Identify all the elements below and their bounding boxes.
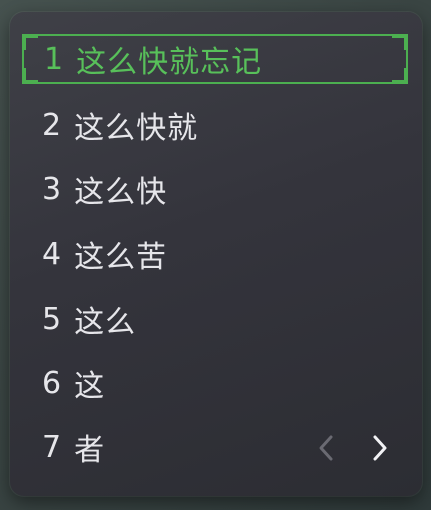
- selection-corner-br: [392, 68, 408, 84]
- prev-page-button[interactable]: [312, 426, 340, 470]
- selection-corner-tr: [392, 34, 408, 50]
- candidate-text: 这么快就忘记: [76, 45, 263, 80]
- selection-corner-bl: [22, 68, 38, 84]
- candidate-index: 1: [44, 41, 65, 77]
- candidate-item-3[interactable]: 3 这么快: [22, 164, 408, 214]
- candidate-item-2[interactable]: 2 这么快就: [22, 100, 408, 150]
- candidate-index: 5: [42, 301, 63, 337]
- candidate-index: 3: [42, 171, 63, 207]
- candidate-index: 4: [42, 236, 63, 272]
- candidate-item-4[interactable]: 4 这么苦: [22, 229, 408, 279]
- candidate-item-5[interactable]: 5 这么: [22, 294, 408, 344]
- selection-corner-tl: [22, 34, 38, 50]
- chevron-right-icon: [373, 435, 387, 461]
- candidate-index: 7: [42, 429, 63, 465]
- candidate-text: 这么快: [74, 175, 168, 210]
- next-page-button[interactable]: [366, 426, 394, 470]
- candidate-text: 这么快就: [74, 111, 199, 146]
- candidate-text: 者: [74, 433, 106, 468]
- candidate-item-1[interactable]: 1 这么快就忘记: [22, 34, 408, 84]
- chevron-left-icon: [319, 435, 333, 461]
- candidate-item-6[interactable]: 6 这: [22, 358, 408, 408]
- candidate-text: 这: [74, 369, 106, 404]
- candidate-index: 6: [42, 365, 63, 401]
- candidate-item-7[interactable]: 7 者: [22, 422, 282, 472]
- candidate-text: 这么: [74, 305, 137, 340]
- candidate-index: 2: [42, 107, 63, 143]
- candidate-text: 这么苦: [74, 240, 168, 275]
